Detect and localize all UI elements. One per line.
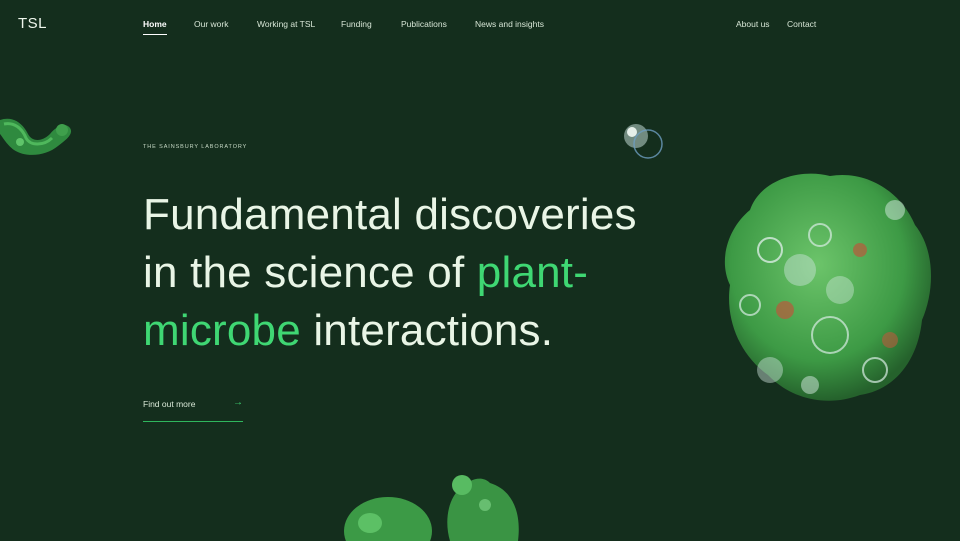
nav-item-publications[interactable]: Publications	[401, 19, 447, 29]
hero-headline: Fundamental discoveries in the science o…	[143, 186, 743, 360]
cta-label: Find out more	[143, 399, 196, 409]
headline-accent-plant: plant-	[476, 248, 589, 297]
microbe-illustration-bottom	[344, 475, 519, 541]
arrow-right-icon: →	[233, 397, 243, 408]
find-out-more-link[interactable]: Find out more →	[143, 397, 243, 422]
headline-line-2-plain: in the science of	[143, 248, 477, 297]
microbe-illustration-top-left	[0, 118, 72, 155]
main-nav: Home Our work Working at TSL Funding Pub…	[0, 19, 960, 39]
nav-item-about-us[interactable]: About us	[736, 19, 770, 29]
headline-line-1: Fundamental discoveries	[143, 190, 637, 239]
headline-accent-microbe: microbe	[143, 306, 301, 355]
headline-line-3-plain: interactions.	[300, 306, 554, 355]
nav-item-funding[interactable]: Funding	[341, 19, 372, 29]
nav-item-contact[interactable]: Contact	[787, 19, 816, 29]
nav-item-working-at-tsl[interactable]: Working at TSL	[257, 19, 315, 29]
nav-item-news-and-insights[interactable]: News and insights	[475, 19, 544, 29]
nav-item-home[interactable]: Home	[143, 19, 167, 35]
hero-eyebrow: THE SAINSBURY LABORATORY	[143, 144, 248, 150]
bubble-illustration	[624, 124, 663, 159]
nav-item-our-work[interactable]: Our work	[194, 19, 228, 29]
